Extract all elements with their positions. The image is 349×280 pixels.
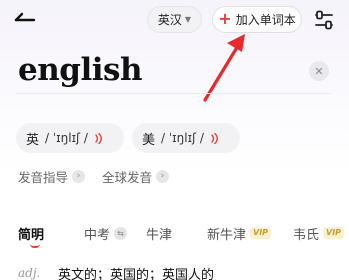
clear-button[interactable]: ✕ bbox=[309, 61, 329, 81]
search-divider bbox=[16, 93, 331, 94]
speaker-icon bbox=[211, 132, 218, 144]
tab-label: 简明 bbox=[18, 227, 45, 243]
vip-badge: VIP bbox=[250, 227, 272, 239]
clear-icon: ✕ bbox=[314, 64, 324, 78]
uk-phonetic: / ˈɪŋlɪʃ / bbox=[45, 131, 88, 145]
us-pronunciation-button[interactable]: 美 / ˈɪŋlɪʃ / bbox=[132, 123, 240, 153]
tab-xinniujin[interactable]: 新牛津 VIP bbox=[207, 224, 272, 243]
add-to-wordbook-button[interactable]: + 加入单词本 bbox=[212, 6, 302, 33]
us-phonetic: / ˈɪŋlɪʃ / bbox=[161, 131, 204, 145]
back-button[interactable] bbox=[10, 8, 38, 30]
tab-label: 中考 bbox=[84, 227, 111, 243]
chevron-right-icon: › bbox=[156, 169, 170, 183]
settings-button[interactable] bbox=[313, 9, 335, 31]
back-arrow-icon bbox=[14, 12, 36, 22]
pronunciation-guide-label: 发音指导 bbox=[18, 169, 69, 185]
global-pronunciation-link[interactable]: 全球发音 › bbox=[102, 167, 170, 185]
tab-label: 牛津 bbox=[146, 227, 173, 243]
active-tab-indicator bbox=[30, 244, 40, 248]
vip-badge: VIP bbox=[323, 227, 345, 239]
uk-pronunciation-button[interactable]: 英 / ˈɪŋlɪʃ / bbox=[16, 123, 124, 153]
part-of-speech: adj. bbox=[18, 266, 41, 280]
tab-niujin[interactable]: 牛津 bbox=[146, 224, 173, 243]
global-pronunciation-label: 全球发音 bbox=[102, 169, 153, 185]
pronunciation-guide-link[interactable]: 发音指导 › bbox=[18, 167, 86, 185]
add-to-wordbook-label: 加入单词本 bbox=[235, 13, 296, 27]
tab-label: 韦氏 bbox=[293, 227, 320, 243]
us-label: 美 bbox=[142, 132, 156, 148]
language-select[interactable]: 英汉 ▼ bbox=[147, 6, 202, 33]
language-label: 英汉 bbox=[157, 13, 182, 27]
uk-label: 英 bbox=[26, 132, 40, 148]
definition-text: 英文的；英国的；英国人的 bbox=[58, 268, 215, 280]
plus-icon: + bbox=[218, 9, 232, 28]
settings-sliders-icon bbox=[315, 10, 333, 30]
chevron-right-icon: › bbox=[72, 169, 86, 183]
dropdown-caret-icon: ▼ bbox=[184, 14, 192, 24]
speaker-icon bbox=[95, 132, 102, 144]
swap-icon: ⇆ bbox=[114, 226, 128, 240]
tab-zhongkao[interactable]: 中考 ⇆ bbox=[84, 224, 128, 243]
tab-label: 新牛津 bbox=[207, 227, 247, 243]
query-word: english bbox=[18, 52, 142, 88]
tab-jianming[interactable]: 简明 bbox=[18, 224, 45, 243]
tab-weishi[interactable]: 韦氏 VIP bbox=[293, 224, 345, 243]
